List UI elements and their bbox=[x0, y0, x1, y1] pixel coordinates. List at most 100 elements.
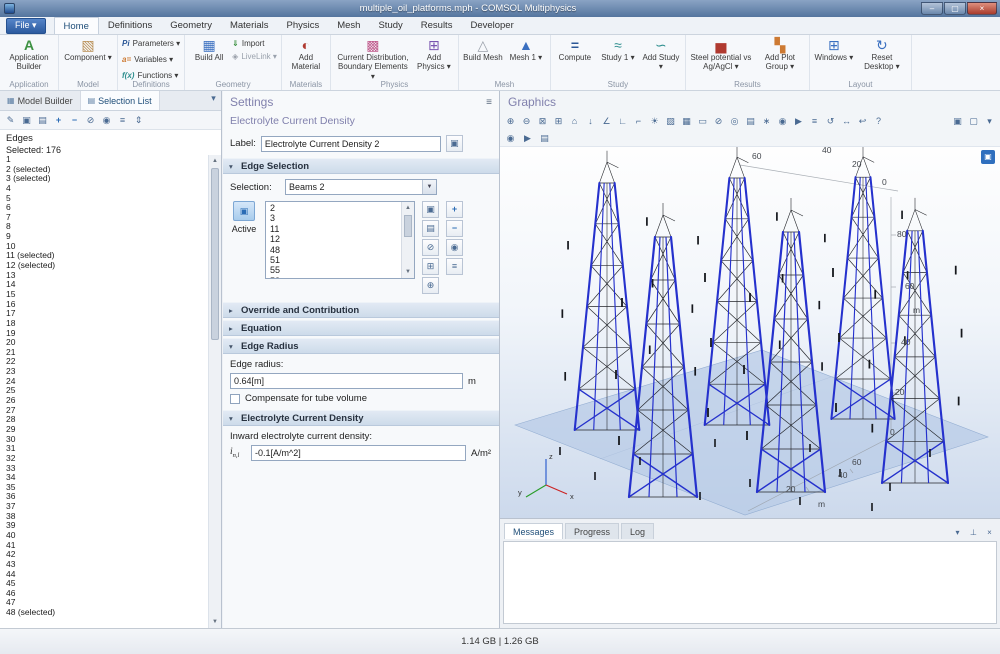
ribbon-tab[interactable]: Home bbox=[54, 17, 99, 34]
filter-icon[interactable]: ≡ bbox=[115, 113, 130, 128]
compute-button[interactable]: = Compute bbox=[555, 37, 595, 79]
import-button[interactable]: ⇓ Import bbox=[232, 37, 277, 50]
section-edge-radius[interactable]: ▾ Edge Radius bbox=[223, 338, 499, 354]
zoom-box-icon[interactable]: ⊞ bbox=[551, 114, 566, 129]
build-mesh-button[interactable]: △ Build Mesh bbox=[463, 37, 503, 79]
edge-list-item[interactable]: 9 bbox=[6, 232, 208, 242]
edge-list-item[interactable]: 13 bbox=[6, 271, 208, 281]
plot-settings-icon[interactable]: ≡ bbox=[807, 114, 822, 129]
edge-list-item[interactable]: 48 (selected) bbox=[6, 608, 208, 618]
select-box-icon[interactable]: ▭ bbox=[695, 114, 710, 129]
maximize-button[interactable]: ▢ bbox=[944, 2, 966, 15]
messages-panel-tab[interactable]: Progress bbox=[565, 523, 619, 539]
ribbon-tab[interactable]: Results bbox=[412, 17, 462, 34]
clear-selection-icon[interactable]: ⊘ bbox=[83, 113, 98, 128]
edge-list-item[interactable]: 39 bbox=[6, 521, 208, 531]
show-selection-icon[interactable]: ◉ bbox=[99, 113, 114, 128]
edge-list-item[interactable]: 33 bbox=[6, 464, 208, 474]
build-all-button[interactable]: ▦ Build All bbox=[189, 37, 229, 79]
selection-number-item[interactable]: 55 bbox=[270, 265, 401, 275]
edge-list-item[interactable]: 36 bbox=[6, 492, 208, 502]
section-edge-selection[interactable]: ▾ Edge Selection bbox=[223, 158, 499, 174]
paste-selection-icon[interactable]: ▤ bbox=[422, 220, 439, 237]
messages-panel-tab[interactable]: Messages bbox=[504, 523, 563, 539]
application-builder-button[interactable]: A Application Builder bbox=[4, 37, 54, 79]
edge-list-item[interactable]: 35 bbox=[6, 483, 208, 493]
graphics-canvas[interactable]: 60 40 20 0 80 60 m 40 20 0 60 40 20 m bbox=[500, 146, 1000, 518]
go-to-default-view-icon[interactable]: ⌂ bbox=[567, 114, 582, 129]
current-distribution-button[interactable]: ▩ Current Distribution, Boundary Element… bbox=[335, 37, 411, 81]
selection-number-item[interactable]: 2 bbox=[270, 203, 401, 213]
animation-icon[interactable]: ▶ bbox=[791, 114, 806, 129]
edge-list-item[interactable]: 26 bbox=[6, 396, 208, 406]
edge-list-item[interactable]: 16 bbox=[6, 300, 208, 310]
copy-icon[interactable]: ▣ bbox=[19, 113, 34, 128]
copy-selection-icon[interactable]: ▣ bbox=[422, 201, 439, 218]
ribbon-tab[interactable]: Geometry bbox=[161, 17, 221, 34]
help-icon[interactable]: ? bbox=[871, 114, 886, 129]
ribbon-tab[interactable]: Study bbox=[369, 17, 411, 34]
wireframe-icon[interactable]: ▦ bbox=[679, 114, 694, 129]
ribbon-tab[interactable]: Developer bbox=[461, 17, 522, 34]
messages-panel-tab[interactable]: Log bbox=[621, 523, 654, 539]
edge-list-item[interactable]: 18 bbox=[6, 319, 208, 329]
livelink-button[interactable]: ◈ LiveLink ▾ bbox=[232, 50, 277, 63]
go-to-zx-view-icon[interactable]: ⌐ bbox=[631, 114, 646, 129]
zoom-out-icon[interactable]: ⊖ bbox=[519, 114, 534, 129]
edge-list-item[interactable]: 20 bbox=[6, 338, 208, 348]
pan-view-icon[interactable]: ↔ bbox=[839, 114, 854, 129]
zoom-to-selection-icon[interactable]: ⊕ bbox=[422, 277, 439, 294]
remove-from-selection-icon[interactable]: − bbox=[67, 113, 82, 128]
edge-list-item[interactable]: 8 bbox=[6, 222, 208, 232]
scroll-down-icon[interactable]: ▼ bbox=[209, 616, 221, 628]
rotate-view-icon[interactable]: ↺ bbox=[823, 114, 838, 129]
edge-list-item[interactable]: 42 bbox=[6, 550, 208, 560]
ribbon-tab[interactable]: Physics bbox=[278, 17, 329, 34]
edge-list-item[interactable]: 34 bbox=[6, 473, 208, 483]
label-input[interactable] bbox=[261, 136, 441, 152]
windows-button[interactable]: ⊞ Windows ▾ bbox=[814, 37, 854, 79]
add-entity-icon[interactable]: + bbox=[446, 201, 463, 218]
edge-list-item[interactable]: 19 bbox=[6, 329, 208, 339]
panel-menu-icon[interactable]: ▾ bbox=[206, 91, 221, 106]
selection-number-item[interactable]: 11 bbox=[270, 224, 401, 234]
scrollbar-thumb[interactable] bbox=[404, 215, 412, 237]
selection-list-scrollbar[interactable]: ▲ ▼ bbox=[401, 202, 414, 278]
selection-number-item[interactable]: 48 bbox=[270, 245, 401, 255]
edge-list-item[interactable]: 14 bbox=[6, 280, 208, 290]
previous-view-icon[interactable]: ↩ bbox=[855, 114, 870, 129]
inward-current-density-input[interactable] bbox=[251, 445, 466, 461]
3d-scene[interactable]: 60 40 20 0 80 60 m 40 20 0 60 40 20 m bbox=[500, 147, 1000, 519]
edge-list-item[interactable]: 7 bbox=[6, 213, 208, 223]
scrollbar-thumb[interactable] bbox=[211, 168, 219, 340]
edge-list-item[interactable]: 15 bbox=[6, 290, 208, 300]
edge-list-item[interactable]: 6 bbox=[6, 203, 208, 213]
edge-list-item[interactable]: 43 bbox=[6, 560, 208, 570]
selection-number-item[interactable]: 12 bbox=[270, 234, 401, 244]
study-1-button[interactable]: ≈ Study 1 ▾ bbox=[598, 37, 638, 79]
active-toggle-button[interactable]: ▣ bbox=[233, 201, 255, 221]
add-to-selection-icon[interactable]: + bbox=[51, 113, 66, 128]
selection-number-item[interactable]: 51 bbox=[270, 255, 401, 265]
scene-menu-icon[interactable]: ▣ bbox=[981, 150, 995, 164]
variables-button[interactable]: a= Variables ▾ bbox=[122, 53, 180, 66]
chevron-down-icon[interactable]: ▼ bbox=[422, 180, 436, 194]
zoom-extents-icon[interactable]: ⊠ bbox=[535, 114, 550, 129]
minimize-button[interactable]: – bbox=[921, 2, 943, 15]
reset-desktop-button[interactable]: ↻ Reset Desktop ▾ bbox=[857, 37, 907, 79]
edge-list-item[interactable]: 3 (selected) bbox=[6, 174, 208, 184]
movie-icon[interactable]: ▶ bbox=[520, 131, 535, 146]
edge-list-item[interactable]: 29 bbox=[6, 425, 208, 435]
edge-list-item[interactable]: 44 bbox=[6, 570, 208, 580]
zoom-selected-icon[interactable]: ◎ bbox=[727, 114, 742, 129]
edge-list-item[interactable]: 24 bbox=[6, 377, 208, 387]
edge-list-item[interactable]: 23 bbox=[6, 367, 208, 377]
edge-list-item[interactable]: 41 bbox=[6, 541, 208, 551]
remove-entity-icon[interactable]: − bbox=[446, 220, 463, 237]
image-snapshot-icon[interactable]: ◉ bbox=[775, 114, 790, 129]
view-orientation-icon[interactable]: ↓ bbox=[583, 114, 598, 129]
edge-list-item[interactable]: 40 bbox=[6, 531, 208, 541]
edge-list-item[interactable]: 5 bbox=[6, 194, 208, 204]
transparency-icon[interactable]: ▨ bbox=[663, 114, 678, 129]
title-bar[interactable]: multiple_oil_platforms.mph - COMSOL Mult… bbox=[0, 0, 1000, 17]
